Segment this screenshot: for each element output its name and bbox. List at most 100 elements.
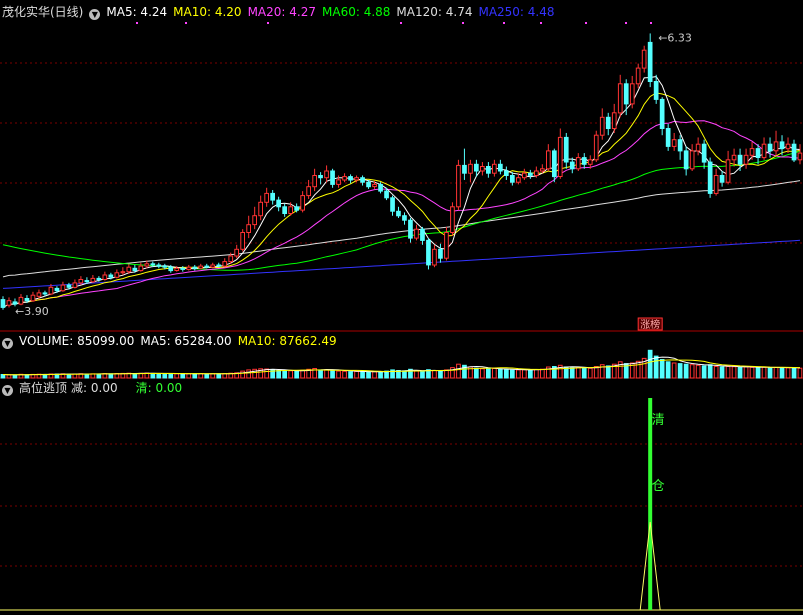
candle — [60, 281, 66, 292]
candle — [504, 166, 509, 180]
candle — [138, 262, 144, 272]
expand-icon[interactable]: ▼ — [2, 338, 13, 349]
candle — [737, 148, 743, 171]
candle-body — [228, 255, 234, 263]
volume-bar — [671, 362, 677, 379]
candle — [252, 206, 258, 230]
volume-bar — [653, 355, 659, 379]
candle — [426, 238, 431, 270]
expand-icon[interactable]: ▼ — [89, 9, 101, 20]
candle-body — [240, 232, 246, 250]
volume-bar — [204, 373, 210, 379]
volume-bar — [402, 370, 407, 379]
volume-bar — [569, 367, 575, 379]
clear-signal-bar — [648, 398, 653, 610]
volume-bar — [240, 370, 246, 379]
volume-bar — [252, 368, 258, 379]
volume-bar — [516, 369, 521, 379]
volume-bar — [767, 367, 773, 379]
ma60-label: MA60: 4.88 — [322, 5, 391, 19]
candle-body — [102, 274, 108, 280]
top-marker — [136, 22, 138, 24]
volume-bar — [360, 371, 365, 379]
volume-bar — [444, 369, 449, 379]
volume-bar — [587, 367, 593, 379]
candle — [390, 195, 395, 216]
candle — [629, 75, 635, 109]
candle — [707, 157, 713, 198]
volume-bar — [635, 360, 641, 379]
candle — [569, 157, 575, 174]
ma120-label: MA120: 4.74 — [396, 5, 473, 19]
candle-body — [528, 172, 533, 176]
candle-body — [749, 148, 755, 156]
volume-bar — [354, 370, 359, 379]
volume-bar — [480, 368, 485, 379]
volume-bar — [498, 368, 503, 379]
candle-body — [587, 159, 593, 165]
ma120-line — [2, 180, 801, 278]
candle — [18, 294, 24, 306]
candle-body — [378, 183, 383, 192]
candle-body — [156, 264, 162, 267]
candle-body — [617, 83, 623, 114]
candle-body — [623, 83, 629, 105]
volume-bar — [330, 370, 335, 379]
volume-bar — [186, 373, 192, 379]
candle-body — [330, 170, 335, 185]
volume-ma5-label: MA5: 65284.00 — [140, 334, 232, 348]
candle — [665, 124, 671, 151]
candle-body — [462, 164, 467, 174]
candle-body — [114, 272, 120, 278]
candle — [300, 191, 305, 213]
volume-bar — [761, 366, 767, 379]
volume-bar — [605, 365, 611, 379]
candle — [575, 153, 581, 171]
candle — [611, 103, 617, 133]
top-marker — [540, 22, 542, 24]
volume-bar — [192, 373, 198, 379]
volume-bar — [581, 367, 587, 379]
candle-body — [390, 197, 395, 212]
candle — [216, 262, 222, 268]
expand-icon[interactable]: ▼ — [2, 385, 13, 396]
volume-bar — [593, 366, 599, 379]
volume-bar — [713, 366, 719, 379]
candle — [725, 150, 731, 185]
candle — [0, 296, 6, 310]
volume-bar — [300, 369, 305, 379]
candle-body — [731, 154, 737, 161]
candle-body — [96, 277, 102, 280]
volume-bar — [342, 370, 347, 379]
volume-bar — [725, 366, 731, 379]
candle — [557, 128, 563, 179]
candle — [330, 168, 335, 188]
volume-bar — [737, 366, 743, 379]
volume-bar — [12, 374, 18, 379]
volume-bar — [318, 369, 323, 379]
top-marker — [625, 22, 627, 24]
candle-body — [0, 299, 6, 308]
candle-body — [372, 183, 377, 188]
candle-body — [755, 148, 761, 159]
candle-body — [414, 228, 419, 239]
candle-body — [72, 282, 78, 288]
volume-bar — [773, 366, 779, 379]
candle-body — [719, 175, 725, 183]
candle-body — [725, 159, 731, 183]
candle-body — [162, 265, 168, 268]
candle — [312, 168, 317, 192]
signal-char: 清 — [652, 413, 665, 428]
candle — [623, 79, 629, 116]
candle-body — [767, 143, 773, 152]
high-price-label: ←6.33 — [658, 31, 692, 44]
kline-chart[interactable]: ←6.33 ←3.90 涨榜清仓 — [0, 0, 803, 615]
candle-body — [779, 141, 785, 150]
candle — [510, 172, 515, 186]
candle — [492, 159, 497, 177]
volume-bar — [486, 368, 491, 379]
candle-body — [336, 179, 341, 185]
volume-bar — [180, 373, 186, 379]
candle-body — [78, 279, 84, 284]
volume-bar — [677, 363, 683, 379]
